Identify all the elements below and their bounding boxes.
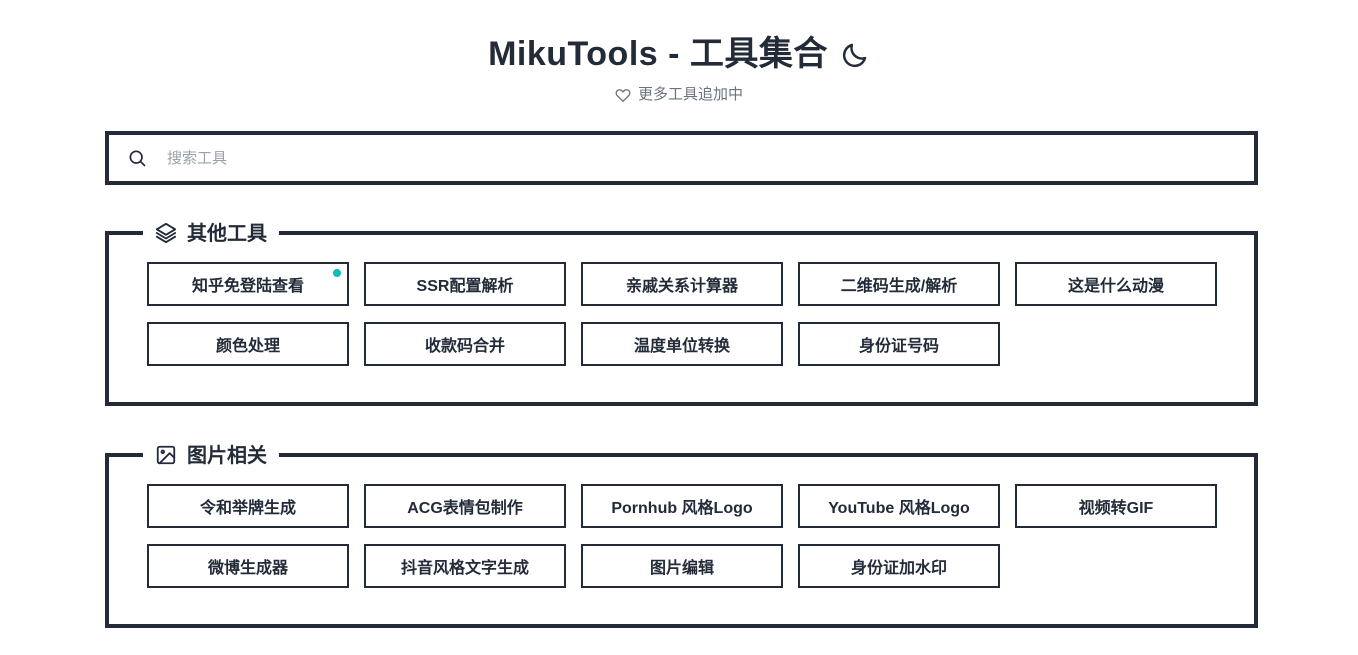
moon-icon[interactable] [840, 40, 870, 70]
tool-button-label: ACG表情包制作 [407, 500, 523, 517]
tool-button[interactable]: 令和举牌生成 [147, 484, 349, 528]
tool-button[interactable]: Pornhub 风格Logo [581, 484, 783, 528]
tool-button-label: 图片编辑 [649, 560, 714, 577]
section-legend-image-tools: 图片相关 [143, 444, 279, 466]
layers-icon [155, 222, 177, 244]
subtitle-row: 更多工具追加中 [0, 83, 1358, 104]
page-title: MikuTools - 工具集合 [488, 35, 828, 73]
tool-button[interactable]: 知乎免登陆查看 [147, 262, 349, 306]
tool-button-label: 微博生成器 [207, 560, 288, 577]
new-badge-dot [333, 269, 341, 277]
tool-button-label: 身份证号码 [858, 338, 939, 355]
section-title: 图片相关 [187, 445, 267, 467]
tool-button-label: 抖音风格文字生成 [400, 560, 529, 577]
tool-button-label: Pornhub 风格Logo [611, 500, 753, 517]
section-title: 其他工具 [187, 223, 267, 245]
tool-button-label: YouTube 风格Logo [828, 500, 970, 517]
page-header: MikuTools - 工具集合 更多工具追加中 [0, 0, 1358, 104]
tool-button[interactable]: 微博生成器 [147, 544, 349, 588]
search-bar[interactable] [105, 131, 1258, 185]
tool-button[interactable]: 收款码合并 [364, 322, 566, 366]
tool-button[interactable]: 这是什么动漫 [1015, 262, 1217, 306]
tool-button-label: 温度单位转换 [633, 338, 730, 355]
tool-button[interactable]: 抖音风格文字生成 [364, 544, 566, 588]
heart-icon [615, 87, 631, 103]
tool-button[interactable]: 颜色处理 [147, 322, 349, 366]
tool-button[interactable]: YouTube 风格Logo [798, 484, 1000, 528]
section-other-tools: 其他工具 知乎免登陆查看 SSR配置解析 亲戚关系计算器 二维码生成/解析 这是… [105, 222, 1258, 406]
tool-button-label: 收款码合并 [424, 338, 505, 355]
tool-button[interactable]: 二维码生成/解析 [798, 262, 1000, 306]
tool-button[interactable]: ACG表情包制作 [364, 484, 566, 528]
page-root: MikuTools - 工具集合 更多工具追加中 搜索工具 其他工具 知乎免登陆… [0, 0, 1358, 655]
tool-button-label: 这是什么动漫 [1067, 278, 1164, 295]
tool-button-label: 身份证加水印 [850, 560, 947, 577]
subtitle-text: 更多工具追加中 [637, 86, 743, 104]
tool-button[interactable]: 亲戚关系计算器 [581, 262, 783, 306]
tool-row: 颜色处理 收款码合并 温度单位转换 身份证号码 [109, 322, 1254, 366]
tool-button[interactable]: 身份证号码 [798, 322, 1000, 366]
tool-button-label: 颜色处理 [215, 338, 280, 355]
image-icon [155, 444, 177, 466]
tool-button-label: 二维码生成/解析 [840, 278, 958, 295]
tool-row: 令和举牌生成 ACG表情包制作 Pornhub 风格Logo YouTube 风… [109, 484, 1254, 528]
tool-button[interactable]: SSR配置解析 [364, 262, 566, 306]
tool-button[interactable]: 图片编辑 [581, 544, 783, 588]
search-icon [127, 148, 147, 168]
title-row: MikuTools - 工具集合 [0, 35, 1358, 73]
section-image-tools: 图片相关 令和举牌生成 ACG表情包制作 Pornhub 风格Logo YouT… [105, 444, 1258, 628]
tool-row: 知乎免登陆查看 SSR配置解析 亲戚关系计算器 二维码生成/解析 这是什么动漫 [109, 262, 1254, 306]
tool-button-label: 知乎免登陆查看 [191, 278, 304, 295]
tool-button-label: 亲戚关系计算器 [625, 278, 738, 295]
tool-button-label: SSR配置解析 [416, 278, 514, 295]
tool-button[interactable]: 身份证加水印 [798, 544, 1000, 588]
tool-button-label: 令和举牌生成 [199, 500, 296, 517]
search-input[interactable] [165, 134, 1236, 182]
section-legend-other-tools: 其他工具 [143, 222, 279, 244]
tool-button[interactable]: 视频转GIF [1015, 484, 1217, 528]
tool-button-label: 视频转GIF [1078, 500, 1154, 517]
tool-button[interactable]: 温度单位转换 [581, 322, 783, 366]
tool-row: 微博生成器 抖音风格文字生成 图片编辑 身份证加水印 [109, 544, 1254, 588]
